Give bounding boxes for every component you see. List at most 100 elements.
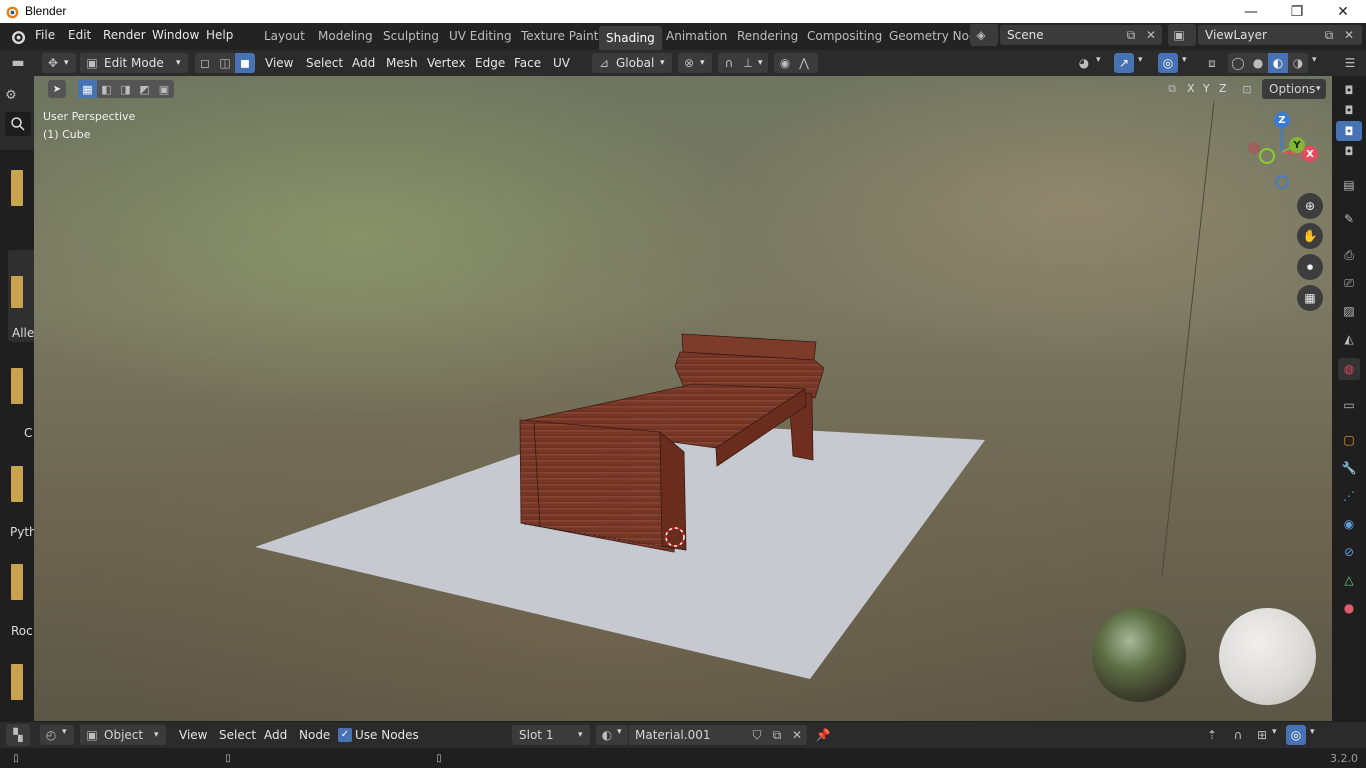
pin-icon[interactable]: 📌 [814,726,832,744]
editor-type-button[interactable]: ▚ [6,724,30,746]
proportional-edit-group[interactable]: ◉ ⋀ [774,53,818,73]
tab-uv-editing[interactable]: UV Editing [449,29,512,43]
tab-texture-paint[interactable]: Texture Paint [521,29,598,43]
outliner-icon[interactable]: ☰ [1341,54,1359,72]
parent-node-tree-icon[interactable]: ⇡ [1203,726,1221,744]
maximize-button[interactable]: ❐ [1274,0,1320,23]
tab-shading[interactable]: Shading [599,26,662,50]
world-properties-icon[interactable]: ◍ [1338,358,1360,380]
camera-icon[interactable]: ⏺ [1297,254,1323,280]
constraints-icon[interactable]: ⊘ [1340,543,1358,561]
material-name-field[interactable]: Material.001 ⛉ ⧉ ✕ [629,725,807,745]
gizmo-z[interactable]: Z [1274,112,1290,128]
snap-element-dropdown[interactable]: ⊞ ▾ [1252,725,1282,745]
editor-type-icon[interactable]: ▤ [1340,176,1358,194]
tab-rendering[interactable]: Rendering [737,29,798,43]
xray-button[interactable]: ⧈ [1202,53,1222,73]
camera-icon[interactable]: ◘ [1340,101,1358,119]
menu-edge[interactable]: Edge [475,56,505,70]
collection-icon[interactable]: ▭ [1340,396,1358,414]
mesh-data-icon[interactable]: △ [1340,571,1358,589]
new-viewlayer-icon[interactable]: ⧉ [1320,25,1338,45]
menu-add[interactable]: Add [264,728,287,742]
mode-dropdown[interactable]: ▣ Edit Mode ▾ [80,53,188,73]
menu-add[interactable]: Add [352,56,375,70]
output-properties-icon[interactable]: ⎚ [1340,274,1358,292]
minimize-button[interactable]: — [1228,0,1274,23]
delete-scene-icon[interactable]: ✕ [1142,25,1160,45]
tab-geometry-nodes[interactable]: Geometry Noc [889,29,976,43]
gizmo-dropdown[interactable]: ↗ ▾ [1114,53,1148,73]
menu-select[interactable]: Select [306,56,343,70]
rendered-shading-icon[interactable]: ◑ [1288,53,1308,73]
physics-icon[interactable]: ◉ [1340,515,1358,533]
tab-layout[interactable]: Layout [264,29,305,43]
search-button[interactable] [5,112,31,136]
new-scene-icon[interactable]: ⧉ [1122,25,1140,45]
modifier-wrench-icon[interactable]: 🔧 [1340,459,1358,477]
material-icon[interactable]: ● [1340,599,1358,617]
scene-name-field[interactable]: Scene ⧉ ✕ [1000,25,1162,45]
chevron-down-icon[interactable]: ▾ [1312,55,1317,65]
menu-select[interactable]: Select [219,728,256,742]
tab-sculpting[interactable]: Sculpting [383,29,439,43]
menu-file[interactable]: File [35,28,55,42]
tab-compositing[interactable]: Compositing [807,29,882,43]
viewlayer-browse-button[interactable]: ▣ [1168,24,1196,46]
editor-type-icon[interactable]: ⚙ [2,86,20,104]
snap-magnet-icon[interactable]: ∩ [1229,726,1247,744]
visibility-dropdown[interactable]: ◕ ▾ [1074,53,1108,73]
slot-dropdown[interactable]: Slot 1 ▾ [512,725,590,745]
zoom-icon[interactable]: ⊕ [1297,193,1323,219]
tab-animation[interactable]: Animation [666,29,727,43]
menu-view[interactable]: View [265,56,293,70]
pan-hand-icon[interactable]: ✋ [1297,223,1323,249]
asset-thumb[interactable] [11,368,23,404]
asset-thumb[interactable] [11,664,23,700]
close-button[interactable]: ✕ [1320,0,1366,23]
gizmo-x[interactable]: X [1302,146,1318,162]
folder-icon[interactable]: ▬ [9,54,27,72]
solid-shading-icon[interactable]: ● [1248,53,1268,73]
viewlayer-name-field[interactable]: ViewLayer ⧉ ✕ [1198,25,1362,45]
camera-icon[interactable]: ◘ [1340,142,1358,160]
menu-uv[interactable]: UV [553,56,570,70]
menu-vertex[interactable]: Vertex [427,56,466,70]
asset-thumb[interactable] [11,466,23,502]
view-layer-icon[interactable]: ▨ [1340,302,1358,320]
scene-browse-button[interactable]: ◈ [970,24,998,46]
menu-face[interactable]: Face [514,56,541,70]
scene-properties-icon[interactable]: ◭ [1340,330,1358,348]
snap-group[interactable]: ∩ ⊥ ▾ [718,53,768,73]
face-select-button[interactable]: ◼ [235,53,255,73]
use-nodes-checkbox[interactable]: ✓ [338,728,352,742]
camera-icon[interactable]: ◘ [1340,81,1358,99]
shader-type-dropdown[interactable]: ◴ ▾ [40,725,74,745]
edge-select-button[interactable]: ◫ [215,53,235,73]
perspective-grid-icon[interactable]: ▦ [1297,285,1323,311]
tool-properties-icon[interactable]: ✎ [1340,210,1358,228]
delete-viewlayer-icon[interactable]: ✕ [1340,25,1358,45]
3d-viewport[interactable]: ➤ ▦ ◧ ◨ ◩ ▣ ⧉ X Y Z ⊡ Options ▾ User Per… [34,76,1332,721]
vertex-select-button[interactable]: ◻ [195,53,215,73]
menu-view[interactable]: View [179,728,207,742]
material-shading-icon[interactable]: ◐ [1268,53,1288,73]
new-material-icon[interactable]: ⧉ [767,725,787,745]
menu-render[interactable]: Render [103,28,146,42]
render-properties-icon[interactable]: ⎙ [1340,246,1358,264]
asset-thumb[interactable] [11,170,23,206]
editor-type-dropdown[interactable]: ✥ ▾ [42,53,76,73]
pivot-dropdown[interactable]: ⊗ ▾ [678,53,712,73]
camera-icon[interactable]: ◘ [1336,121,1362,141]
object-type-dropdown[interactable]: ▣ Object ▾ [80,725,166,745]
fake-user-shield-icon[interactable]: ⛉ [747,725,767,745]
menu-node[interactable]: Node [299,728,330,742]
menu-help[interactable]: Help [206,28,233,42]
asset-thumb[interactable] [11,564,23,600]
wireframe-shading-icon[interactable]: ◯ [1228,53,1248,73]
asset-thumb[interactable] [11,276,23,308]
node-overlay-dropdown[interactable]: ◎ ▾ [1286,725,1326,745]
blender-menu-icon[interactable] [9,28,26,45]
overlay-dropdown[interactable]: ◎ ▾ [1158,53,1192,73]
material-browse-button[interactable]: ◐ ▾ [596,725,628,745]
